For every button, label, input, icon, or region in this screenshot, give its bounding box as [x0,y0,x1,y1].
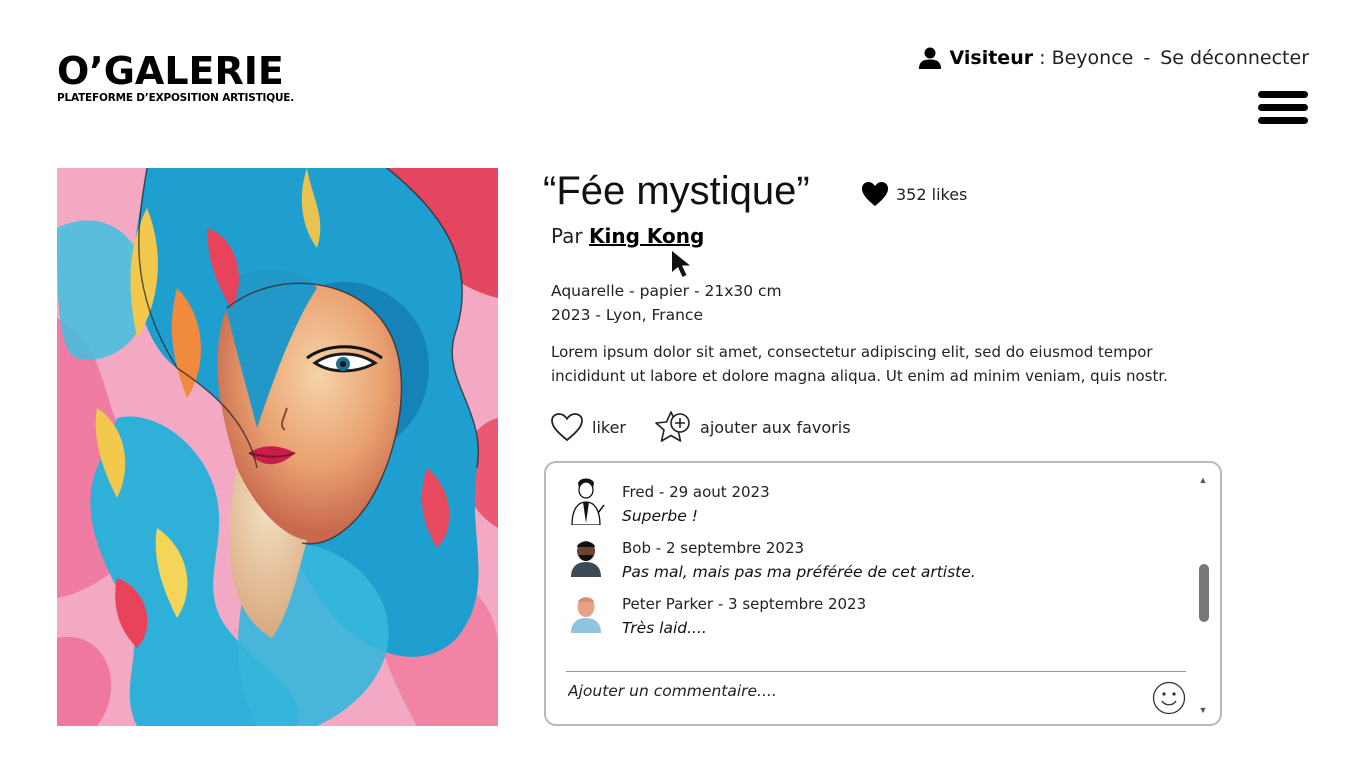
user-role: Visiteur [949,47,1034,69]
favorite-label: ajouter aux favoris [700,417,851,437]
artwork-image [57,168,498,726]
likes-count: 352 likes [861,181,967,207]
user-dash: - [1143,47,1151,69]
comment-author-date: Fred - 29 aout 2023 [622,483,770,501]
artwork-title: “Fée mystique” [543,169,810,213]
comment-author-date: Peter Parker - 3 septembre 2023 [622,595,867,613]
artist-link[interactable]: King Kong [589,224,704,248]
artwork-year-place: 2023 - Lyon, France [551,306,703,324]
brand-subtitle: PLATEFORME D’EXPOSITION ARTISTIQUE. [57,92,295,104]
avatar-fred [571,478,605,525]
comment-item: Bob - 2 septembre 2023 Pas mal, mais pas… [566,531,976,581]
user-bar: Visiteur : Beyonce - Se déconnecter [918,46,1309,70]
artwork-meta: Aquarelle - papier - 21x30 cm 2023 - Lyo… [551,279,782,327]
mouse-pointer-icon [672,251,690,277]
user-name: Beyonce [1051,47,1134,69]
byline-prefix: Par [551,224,589,248]
avatar-peter [571,597,601,633]
comment-input[interactable] [568,677,1148,705]
comment-item: Peter Parker - 3 septembre 2023 Très lai… [566,587,866,637]
comment-author-date: Bob - 2 septembre 2023 [622,539,805,557]
scroll-thumb[interactable] [1199,564,1209,622]
avatar-bob [571,541,601,577]
user-icon [918,47,941,69]
comments-scrollbar[interactable]: ▲ ▼ [1196,471,1210,717]
comments-panel: Fred - 29 aout 2023 Superbe ! Bob - 2 se… [544,461,1222,726]
like-button[interactable]: liker [550,412,626,442]
add-favorite-button[interactable]: ajouter aux favoris [654,409,851,445]
likes-label: 352 likes [896,184,968,204]
like-label: liker [592,417,627,437]
hamburger-menu-icon[interactable] [1258,91,1308,129]
artist-byline: Par King Kong [551,224,704,248]
star-plus-icon [655,411,690,442]
comment-text: Très laid.... [622,619,707,637]
comment-text: Superbe ! [622,507,698,525]
artwork-medium: Aquarelle - papier - 21x30 cm [551,282,782,300]
brand-title: O’GALERIE [57,49,284,93]
artwork-actions: liker ajouter aux favoris [550,409,851,445]
comment-item: Fred - 29 aout 2023 Superbe ! [566,475,770,525]
logout-link[interactable]: Se déconnecter [1160,47,1309,69]
brand-logo[interactable]: O’GALERIE PLATEFORME D’EXPOSITION ARTIST… [57,50,294,104]
comments-divider [566,671,1186,672]
heart-filled-icon [862,182,888,206]
heart-outline-icon [551,413,583,442]
smiley-icon[interactable] [1152,681,1186,715]
user-separator: : [1033,47,1052,69]
comment-text: Pas mal, mais pas ma préférée de cet art… [622,563,976,581]
artwork-description: Lorem ipsum dolor sit amet, consectetur … [551,343,1168,385]
scroll-up-arrow-icon[interactable]: ▲ [1196,473,1210,487]
scroll-down-arrow-icon[interactable]: ▼ [1196,703,1210,717]
